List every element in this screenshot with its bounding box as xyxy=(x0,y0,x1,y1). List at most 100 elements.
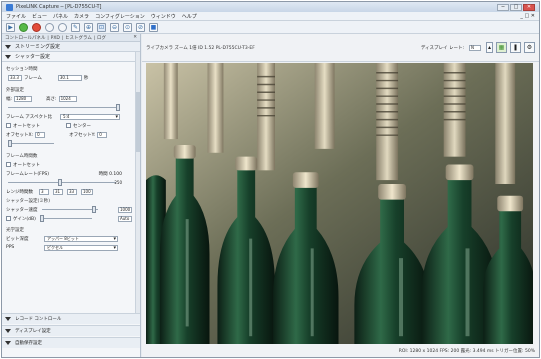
mdi-controls[interactable]: _ □ ✕ xyxy=(520,13,535,19)
height-label: 高さ: xyxy=(46,96,57,102)
zoom-out-icon[interactable]: ⊖ xyxy=(110,22,119,32)
width-input[interactable]: 1280 xyxy=(14,95,33,102)
size-slider-thumb[interactable] xyxy=(116,104,120,111)
panel-scrollbar[interactable] xyxy=(135,52,140,324)
aspect-row: フレーム アスペクト比 5:4 xyxy=(6,112,134,121)
autosave-collapse-icon[interactable] xyxy=(5,341,11,345)
display-settings-collapse-icon[interactable] xyxy=(5,329,11,333)
record-control-collapse-icon[interactable] xyxy=(5,317,11,321)
zoom-reset-icon[interactable]: ⊙ xyxy=(123,22,132,32)
stop-icon[interactable] xyxy=(32,22,41,32)
capture-icon[interactable]: ✎ xyxy=(71,22,80,32)
scan-input-2[interactable]: 31 xyxy=(53,188,63,195)
pixel-select[interactable]: ピクセル xyxy=(44,244,118,251)
pause-preview-icon[interactable]: ❚ xyxy=(510,42,521,53)
offset-slider[interactable] xyxy=(6,139,134,148)
section-collapse-icon[interactable] xyxy=(5,54,11,59)
frame-rate-slider-thumb[interactable] xyxy=(58,179,62,186)
zoom-in-icon[interactable]: ⊕ xyxy=(84,22,93,32)
maximize-button[interactable]: □ xyxy=(510,3,522,11)
zoom-fit-icon[interactable]: ⊡ xyxy=(97,22,106,32)
size-slider-track xyxy=(8,107,116,108)
size-row: 幅: 1280 高さ: 1024 xyxy=(6,94,134,103)
offset-x-input[interactable]: 0 xyxy=(35,131,46,138)
auto-label: オートセット xyxy=(13,162,40,168)
panel-tabs[interactable]: コントロールパネル ∣ PXD ∣ ヒストグラム ∣ ログ ✕ xyxy=(2,34,140,42)
display-rate-input[interactable]: N xyxy=(469,44,481,51)
autosave-section[interactable]: 自動保存設定 xyxy=(2,337,140,348)
exposure-row: 33.3 フレーム 30.1 秒 xyxy=(6,73,134,82)
preview-toolbar: ライブカメラ ズーム 1倍 ID 1.52 PL-D755CU-T3-EF ディ… xyxy=(142,34,539,62)
frame-aspect-select[interactable]: 5:4 xyxy=(59,113,120,120)
section-header[interactable]: シャッター設定 xyxy=(2,52,140,62)
zoom-actual-icon[interactable]: ⊘ xyxy=(136,22,145,32)
frame-control-label: フレーム時間数 xyxy=(6,153,38,159)
shutter-slider-thumb[interactable] xyxy=(91,206,96,213)
gain-input[interactable]: Auto xyxy=(118,215,132,222)
display-rate-spin[interactable]: ▴ xyxy=(486,42,493,53)
autosave-label: 自動保存設定 xyxy=(15,341,42,346)
shutter-input[interactable]: 1000 xyxy=(118,206,132,213)
panel-tabs-label[interactable]: コントロールパネル ∣ PXD ∣ ヒストグラム ∣ ログ xyxy=(5,35,106,41)
exposure-input[interactable]: 33.3 xyxy=(8,74,22,81)
record-control-section[interactable]: レコード コントロール xyxy=(2,313,140,324)
offset-slider-thumb[interactable] xyxy=(8,140,12,147)
width-label: 幅: xyxy=(6,96,13,102)
display-settings-section[interactable]: ディスプレイ設定 xyxy=(2,325,140,336)
play-icon[interactable] xyxy=(19,22,28,32)
scan-input-3[interactable]: 33 xyxy=(67,188,77,195)
camera-preview[interactable] xyxy=(146,63,533,344)
minimize-button[interactable]: ─ xyxy=(497,3,509,11)
scan-input-1[interactable]: 3 xyxy=(39,188,49,195)
scan-input-4[interactable]: 100 xyxy=(81,188,93,195)
menu-view[interactable]: ビュー xyxy=(32,13,47,20)
video-camera-icon[interactable]: ▶ xyxy=(6,22,15,32)
main-toolbar: ▶ ✎ ⊕ ⊡ ⊖ ⊙ ⊘ ■ xyxy=(2,21,539,34)
gain-label: ゲイン(dB) xyxy=(13,216,36,222)
auto-checkbox[interactable] xyxy=(6,162,11,167)
height-input[interactable]: 1024 xyxy=(58,95,77,102)
menu-bar: ファイル ビュー パネル カメラ コンフィグレーション ウィンドウ ヘルプ _ … xyxy=(2,12,539,21)
gain-checkbox[interactable] xyxy=(6,216,11,221)
menu-configuration[interactable]: コンフィグレーション xyxy=(95,13,145,20)
scan-label: レンジ時間数 xyxy=(6,189,33,195)
panel-header[interactable]: ストリーミング設定 xyxy=(2,42,140,52)
shutter-slider-track xyxy=(41,209,98,210)
close-button[interactable]: ✕ xyxy=(523,3,535,11)
preview-controls: ディスプレイ レート: N ▴ ▦ ❚ ⚙ xyxy=(421,42,535,53)
settings-icon[interactable]: ⚙ xyxy=(524,42,535,53)
control-panel: コントロールパネル ∣ PXD ∣ ヒストグラム ∣ ログ ✕ ストリーミング設… xyxy=(2,34,141,357)
gain-slider[interactable] xyxy=(39,214,92,223)
camera-snapshot-icon[interactable]: ■ xyxy=(149,22,158,32)
bit-value: アッパー 8ビット xyxy=(47,235,79,241)
frame-rate-max: 250 xyxy=(114,180,122,185)
menu-window[interactable]: ウィンドウ xyxy=(151,13,176,20)
menu-panel[interactable]: パネル xyxy=(53,13,68,20)
pause-icon[interactable] xyxy=(45,22,54,32)
menu-help[interactable]: ヘルプ xyxy=(182,13,197,20)
frame-rate-hint: 時間 0.100 xyxy=(98,171,122,177)
autoset-checkbox[interactable] xyxy=(6,123,11,128)
bit-select[interactable]: アッパー 8ビット xyxy=(44,235,118,242)
app-window: PixeLINK Capture ─ [PL-D755CU-T] ─ □ ✕ フ… xyxy=(1,1,540,358)
offset-row: オフセットX: 0 オフセットY: 0 xyxy=(6,130,134,139)
collapse-icon[interactable] xyxy=(5,44,11,49)
size-slider[interactable] xyxy=(6,103,134,112)
status-bar: ROI: 1280 x 1024 FPS: 200 露光: 3.494 ms ト… xyxy=(142,345,539,357)
panel-close-icon[interactable]: ✕ xyxy=(133,35,137,40)
gain-slider-track xyxy=(39,218,92,219)
offset-y-input[interactable]: 0 xyxy=(97,131,108,138)
histogram-icon[interactable]: ▦ xyxy=(496,42,507,53)
offset-x-label: オフセットX: xyxy=(6,132,34,138)
record-icon[interactable] xyxy=(58,22,67,32)
shutter-slider[interactable] xyxy=(41,205,98,214)
display-rate-label: ディスプレイ レート: xyxy=(420,45,464,51)
frame-rate-slider-track xyxy=(8,182,116,183)
frame-rate-slider[interactable]: 250 xyxy=(6,178,134,187)
center-checkbox[interactable] xyxy=(66,123,71,128)
menu-file[interactable]: ファイル xyxy=(6,13,26,20)
menu-camera[interactable]: カメラ xyxy=(74,13,89,20)
gain-slider-thumb[interactable] xyxy=(39,215,44,222)
frame-input[interactable]: 30.1 xyxy=(57,74,82,81)
panel-scrollbar-thumb[interactable] xyxy=(136,92,140,152)
